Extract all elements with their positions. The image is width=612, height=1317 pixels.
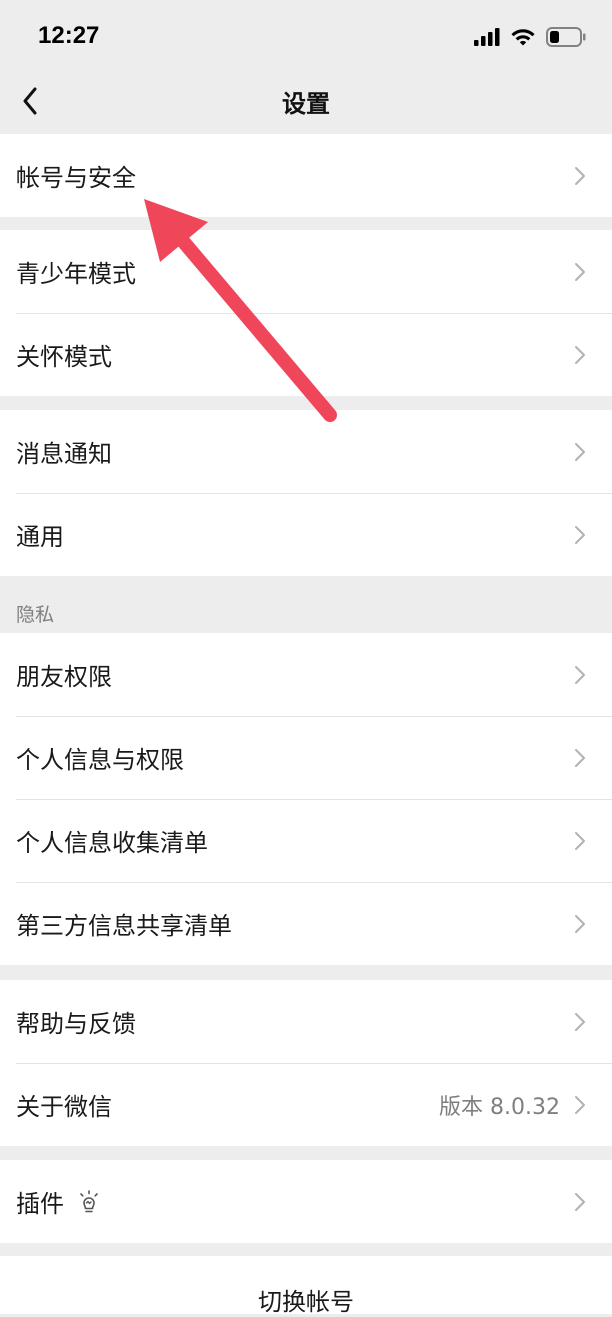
settings-item-friend-permissions[interactable]: 朋友权限 xyxy=(0,633,612,716)
chevron-right-icon xyxy=(575,525,585,544)
switch-account-button[interactable]: 切换帐号 xyxy=(258,1282,354,1317)
settings-item-plugins[interactable]: 插件 xyxy=(0,1160,612,1243)
chevron-right-icon xyxy=(575,442,585,461)
settings-item-label: 关怀模式 xyxy=(16,343,112,371)
settings-group-privacy: 朋友权限 个人信息与权限 个人信息收集清单 第三方信息共享清单 xyxy=(0,633,612,965)
chevron-right-icon xyxy=(575,831,585,850)
settings-item-label: 个人信息与权限 xyxy=(16,746,184,774)
section-header-privacy: 隐私 xyxy=(16,604,55,626)
settings-item-label: 帐号与安全 xyxy=(16,164,136,192)
settings-item-care-mode[interactable]: 关怀模式 xyxy=(0,313,612,396)
settings-item-general[interactable]: 通用 xyxy=(0,493,612,576)
chevron-right-icon xyxy=(575,665,585,684)
chevron-right-icon xyxy=(575,914,585,933)
chevron-right-icon xyxy=(575,748,585,767)
status-bar: 12:27 xyxy=(0,0,612,70)
settings-group-plugins: 插件 xyxy=(0,1160,612,1243)
wifi-icon xyxy=(511,29,535,46)
lightbulb-icon xyxy=(80,1189,98,1212)
settings-group-about: 帮助与反馈 关于微信 版本 8.0.32 xyxy=(0,980,612,1146)
settings-group-general: 消息通知 通用 xyxy=(0,410,612,576)
settings-group-account: 帐号与安全 xyxy=(0,134,612,217)
settings-item-personal-info-collection[interactable]: 个人信息收集清单 xyxy=(0,799,612,882)
settings-item-label: 青少年模式 xyxy=(16,260,136,288)
signal-icon xyxy=(474,28,500,46)
chevron-right-icon xyxy=(575,1095,585,1114)
settings-item-account-security[interactable]: 帐号与安全 xyxy=(0,134,612,217)
chevron-right-icon xyxy=(575,1012,585,1031)
chevron-right-icon xyxy=(575,1192,585,1211)
switch-account-group: 切换帐号 xyxy=(0,1256,612,1317)
status-time: 12:27 xyxy=(38,22,100,49)
battery-icon xyxy=(546,27,586,47)
settings-item-youth-mode[interactable]: 青少年模式 xyxy=(0,230,612,313)
settings-item-label: 第三方信息共享清单 xyxy=(16,912,232,940)
settings-group-modes: 青少年模式 关怀模式 xyxy=(0,230,612,396)
page-title: 设置 xyxy=(282,90,330,118)
settings-item-label: 通用 xyxy=(16,523,64,551)
settings-item-third-party-sharing[interactable]: 第三方信息共享清单 xyxy=(0,882,612,965)
settings-item-personal-info-permissions[interactable]: 个人信息与权限 xyxy=(0,716,612,799)
settings-item-label: 帮助与反馈 xyxy=(16,1010,136,1038)
chevron-right-icon xyxy=(575,345,585,364)
status-icons xyxy=(474,24,586,50)
settings-item-label: 插件 xyxy=(16,1190,64,1218)
settings-item-notifications[interactable]: 消息通知 xyxy=(0,410,612,493)
settings-item-label: 个人信息收集清单 xyxy=(16,829,208,857)
settings-item-label: 消息通知 xyxy=(16,440,112,468)
settings-item-help-feedback[interactable]: 帮助与反馈 xyxy=(0,980,612,1063)
settings-item-label: 朋友权限 xyxy=(16,663,112,691)
nav-bar: 设置 xyxy=(0,70,612,132)
settings-item-label: 关于微信 xyxy=(16,1093,112,1121)
version-value: 版本 8.0.32 xyxy=(439,1094,560,1120)
settings-item-about-wechat[interactable]: 关于微信 版本 8.0.32 xyxy=(0,1063,612,1146)
chevron-right-icon xyxy=(575,166,585,185)
chevron-right-icon xyxy=(575,262,585,281)
